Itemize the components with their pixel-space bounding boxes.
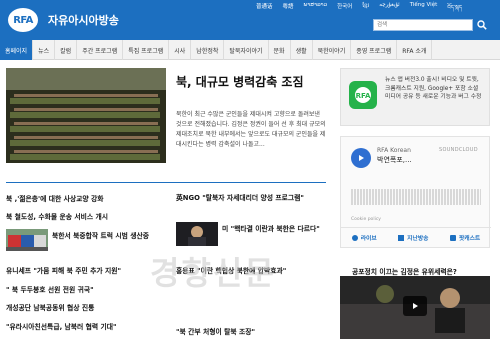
video-caption[interactable]: 공포정치 이끄는 김정은 유위세력은?: [352, 266, 457, 276]
svg-text:RFA: RFA: [356, 92, 371, 100]
soundcloud-track[interactable]: 박연폭포,...: [377, 155, 412, 165]
video-play-button[interactable]: [403, 296, 427, 316]
soundcloud-account[interactable]: RFA Korean: [377, 147, 411, 154]
search-input[interactable]: [374, 20, 472, 30]
soundcloud-tabs: 라이브 지난방송 팟캐스트: [341, 227, 491, 247]
waveform[interactable]: [351, 189, 481, 205]
live-icon: [351, 234, 358, 241]
nav-weekly[interactable]: 주간 프로그램: [77, 40, 124, 60]
tab-label: 팟캐스트: [458, 236, 481, 242]
news-headline[interactable]: 미 "핵타결 이란과 북한은 다르다": [222, 224, 322, 234]
app-promo-text: 뉴스 앱 버전3.0 출시! 비디오 및 트윗, 크롬캐스트 지원, Googl…: [385, 77, 482, 100]
nav-ended[interactable]: 종영 프로그램: [351, 40, 398, 60]
news-headline[interactable]: 북 ,'젊은층'에 대한 사상교양 강화: [6, 193, 104, 203]
news-headline[interactable]: "유라시아친선특급, 남북러 협력 기대": [6, 321, 117, 331]
podcast-icon: [449, 234, 456, 241]
news-headline[interactable]: 英NGO "탈북자 자세대리더 양성 프로그램": [176, 193, 326, 203]
language-bar: 普通话 粤語 ພາສາລາວ 한국어 ខ្មែរ ئۇيغۇرچە Tiếng …: [256, 2, 462, 17]
news-headline[interactable]: " 북 두두봉호 선원 전원 귀국": [6, 284, 94, 294]
nav-about[interactable]: RFA 소개: [397, 40, 433, 60]
search-icon: [477, 20, 487, 30]
lang-link[interactable]: ئۇيغۇرچە: [379, 2, 399, 17]
lang-link[interactable]: ພາສາລາວ: [304, 2, 328, 17]
news-headline[interactable]: 북한서 북중합작 트럭 시범 생산중: [52, 231, 162, 241]
nav-life[interactable]: 생활: [291, 40, 313, 60]
play-icon: [413, 303, 418, 309]
nav-column[interactable]: 칼럼: [55, 40, 78, 60]
tab-live[interactable]: 라이브: [351, 233, 377, 242]
news-headline[interactable]: 개성공단 남북공동위 협상 진통: [6, 302, 94, 312]
lead-story-image[interactable]: [6, 68, 166, 163]
video-player[interactable]: [340, 276, 490, 339]
archive-icon: [398, 234, 405, 241]
watermark: 경향신문: [150, 254, 276, 292]
tab-podcast[interactable]: 팟캐스트: [449, 233, 481, 242]
nav-news[interactable]: 뉴스: [33, 40, 56, 60]
lang-link[interactable]: 한국어: [337, 2, 352, 17]
news-headline-text: 북한서 북중합작 트럭 시범 생산중: [52, 232, 150, 240]
app-promo-box[interactable]: RFA 뉴스 앱 버전3.0 출시! 비디오 및 트윗, 크롬캐스트 지원, G…: [340, 68, 490, 126]
lang-link[interactable]: Tiếng Việt: [410, 2, 438, 17]
nav-current[interactable]: 시사: [169, 40, 192, 60]
soundcloud-brand: SOUNDCLOUD: [439, 147, 478, 153]
tab-label: 라이브: [360, 236, 377, 242]
play-button[interactable]: [351, 148, 371, 168]
rfa-app-icon: RFA: [349, 81, 377, 109]
site-name[interactable]: 자유아시아방송: [48, 12, 119, 28]
rfa-logo[interactable]: RFA: [8, 8, 38, 32]
nav-settlement[interactable]: 남한정착: [191, 40, 225, 60]
lead-story-summary: 북한이 최근 수많은 군인들을 제대시켜 고향으로 돌려보낸 것으로 전해졌습니…: [176, 111, 326, 148]
news-headline[interactable]: "북 간부 처형이 탈북 조장": [176, 326, 255, 336]
news-headline-text: 英NGO "탈북자 자세대리더 양성 프로그램": [176, 194, 304, 202]
iran-thumbnail[interactable]: [176, 222, 218, 246]
lead-story-title[interactable]: 북, 대규모 병력감축 조짐: [176, 74, 326, 90]
soundcloud-widget: RFA Korean 박연폭포,... SOUNDCLOUD Cookie po…: [340, 136, 491, 248]
tab-past[interactable]: 지난방송: [398, 233, 429, 242]
tab-label: 지난방송: [407, 236, 429, 242]
search-box: [373, 19, 473, 31]
truck-thumbnail[interactable]: [6, 229, 48, 251]
news-headline[interactable]: 북 철도성, 수화물 운송 서비스 개시: [6, 211, 108, 221]
news-headline[interactable]: 유니세프 "가뭄 피해 북 주민 추가 지원": [6, 265, 121, 275]
lang-link[interactable]: 粤語: [283, 2, 294, 17]
site-header: RFA 자유아시아방송 普通话 粤語 ພາສາລາວ 한국어 ខ្មែរ ئۇي…: [0, 0, 500, 40]
search-button[interactable]: [475, 18, 489, 32]
lang-link[interactable]: བོད་སྐད: [447, 2, 462, 17]
section-divider: [6, 182, 326, 183]
nav-nk-story[interactable]: 북한이야기: [313, 40, 352, 60]
nav-defector[interactable]: 탈북자이야기: [224, 40, 269, 60]
cookie-policy-link[interactable]: Cookie policy: [351, 217, 381, 222]
nav-special[interactable]: 특집 프로그램: [123, 40, 170, 60]
play-icon: [359, 155, 364, 161]
logo-text: RFA: [13, 14, 33, 26]
news-headline-text: 미 "핵타결 이란과 북한은 다르다": [222, 225, 320, 233]
nav-culture[interactable]: 문화: [269, 40, 291, 60]
lang-link[interactable]: 普通话: [256, 2, 273, 17]
main-nav: 홈페이지 뉴스 칼럼 주간 프로그램 특집 프로그램 시사 남한정착 탈북자이야…: [0, 40, 500, 60]
nav-home[interactable]: 홈페이지: [0, 40, 34, 60]
lang-link[interactable]: ខ្មែរ: [362, 2, 369, 17]
